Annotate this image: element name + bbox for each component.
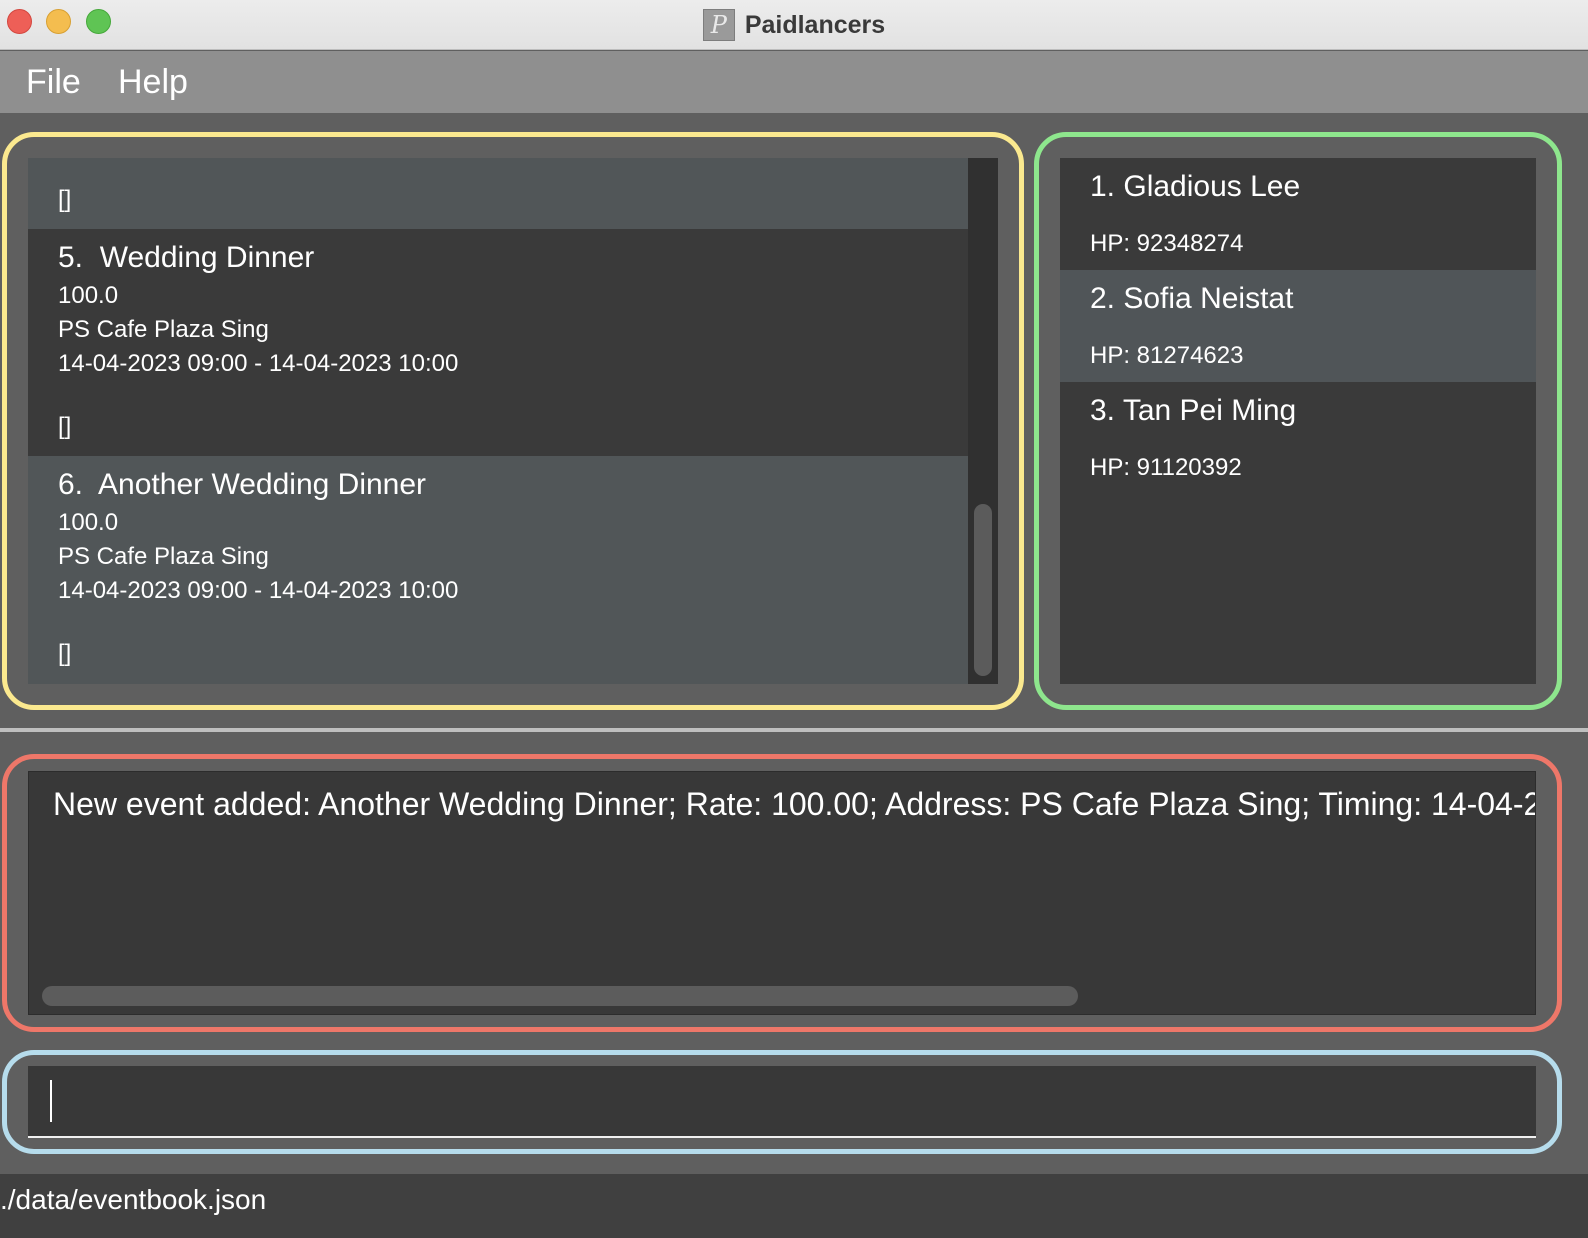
person-card[interactable]: 1. Gladious Lee HP: 92348274	[1060, 158, 1536, 270]
result-display[interactable]: New event added: Another Wedding Dinner;…	[28, 771, 1536, 1015]
event-tags: []	[58, 186, 72, 213]
menu-help[interactable]: Help	[118, 63, 188, 102]
event-title: 5. Wedding Dinner	[58, 241, 314, 275]
event-card[interactable]: 6. Another Wedding Dinner 100.0 PS Cafe …	[28, 456, 968, 684]
split-pane-divider[interactable]	[0, 728, 1588, 732]
person-card[interactable]: 2. Sofia Neistat HP: 81274623	[1060, 270, 1536, 382]
command-input[interactable]	[28, 1066, 1536, 1136]
person-name: 2. Sofia Neistat	[1090, 282, 1294, 315]
command-box[interactable]	[28, 1066, 1536, 1138]
event-address: PS Cafe Plaza Sing	[58, 316, 269, 343]
text-caret	[50, 1080, 52, 1122]
person-phone: HP: 91120392	[1090, 454, 1242, 481]
person-phone: HP: 92348274	[1090, 230, 1244, 257]
event-tags: []	[58, 413, 72, 440]
status-bar: ./data/eventbook.json	[0, 1174, 1588, 1238]
event-list-panel[interactable]: [] 5. Wedding Dinner 100.0 PS Cafe Plaza…	[28, 158, 998, 684]
person-phone: HP: 81274623	[1090, 342, 1244, 369]
event-rate: 100.0	[58, 282, 119, 309]
event-rate: 100.0	[58, 509, 119, 536]
save-location-path: ./data/eventbook.json	[0, 1184, 267, 1215]
event-name: Wedding Dinner	[99, 241, 315, 274]
event-timing: 14-04-2023 09:00 - 14-04-2023 10:00	[58, 577, 459, 604]
person-name: 3. Tan Pei Ming	[1090, 394, 1297, 427]
event-card-partial[interactable]: []	[28, 158, 968, 229]
event-title: 6. Another Wedding Dinner	[58, 468, 426, 502]
title-bar: P Paidlancers	[0, 0, 1588, 50]
event-address: PS Cafe Plaza Sing	[58, 543, 269, 570]
result-horizontal-scroll-thumb[interactable]	[42, 986, 1078, 1006]
event-index: 6.	[58, 468, 84, 501]
event-list-scroll-thumb[interactable]	[974, 504, 992, 676]
menu-bar: File Help	[0, 51, 1588, 113]
event-timing: 14-04-2023 09:00 - 14-04-2023 10:00	[58, 350, 459, 377]
event-card[interactable]: 5. Wedding Dinner 100.0 PS Cafe Plaza Si…	[28, 229, 968, 456]
event-tags: []	[58, 640, 72, 667]
person-name: 1. Gladious Lee	[1090, 170, 1301, 203]
result-message: New event added: Another Wedding Dinner;…	[53, 786, 1536, 822]
window-title: Paidlancers	[744, 10, 886, 39]
menu-file[interactable]: File	[26, 63, 81, 102]
event-index: 5.	[58, 241, 84, 274]
person-list-panel[interactable]: 1. Gladious Lee HP: 92348274 2. Sofia Ne…	[1060, 158, 1536, 684]
app-logo-icon: P	[702, 9, 735, 41]
event-name: Another Wedding Dinner	[98, 468, 427, 501]
event-list-scrollbar[interactable]	[968, 158, 998, 684]
person-card[interactable]: 3. Tan Pei Ming HP: 91120392	[1060, 382, 1536, 494]
